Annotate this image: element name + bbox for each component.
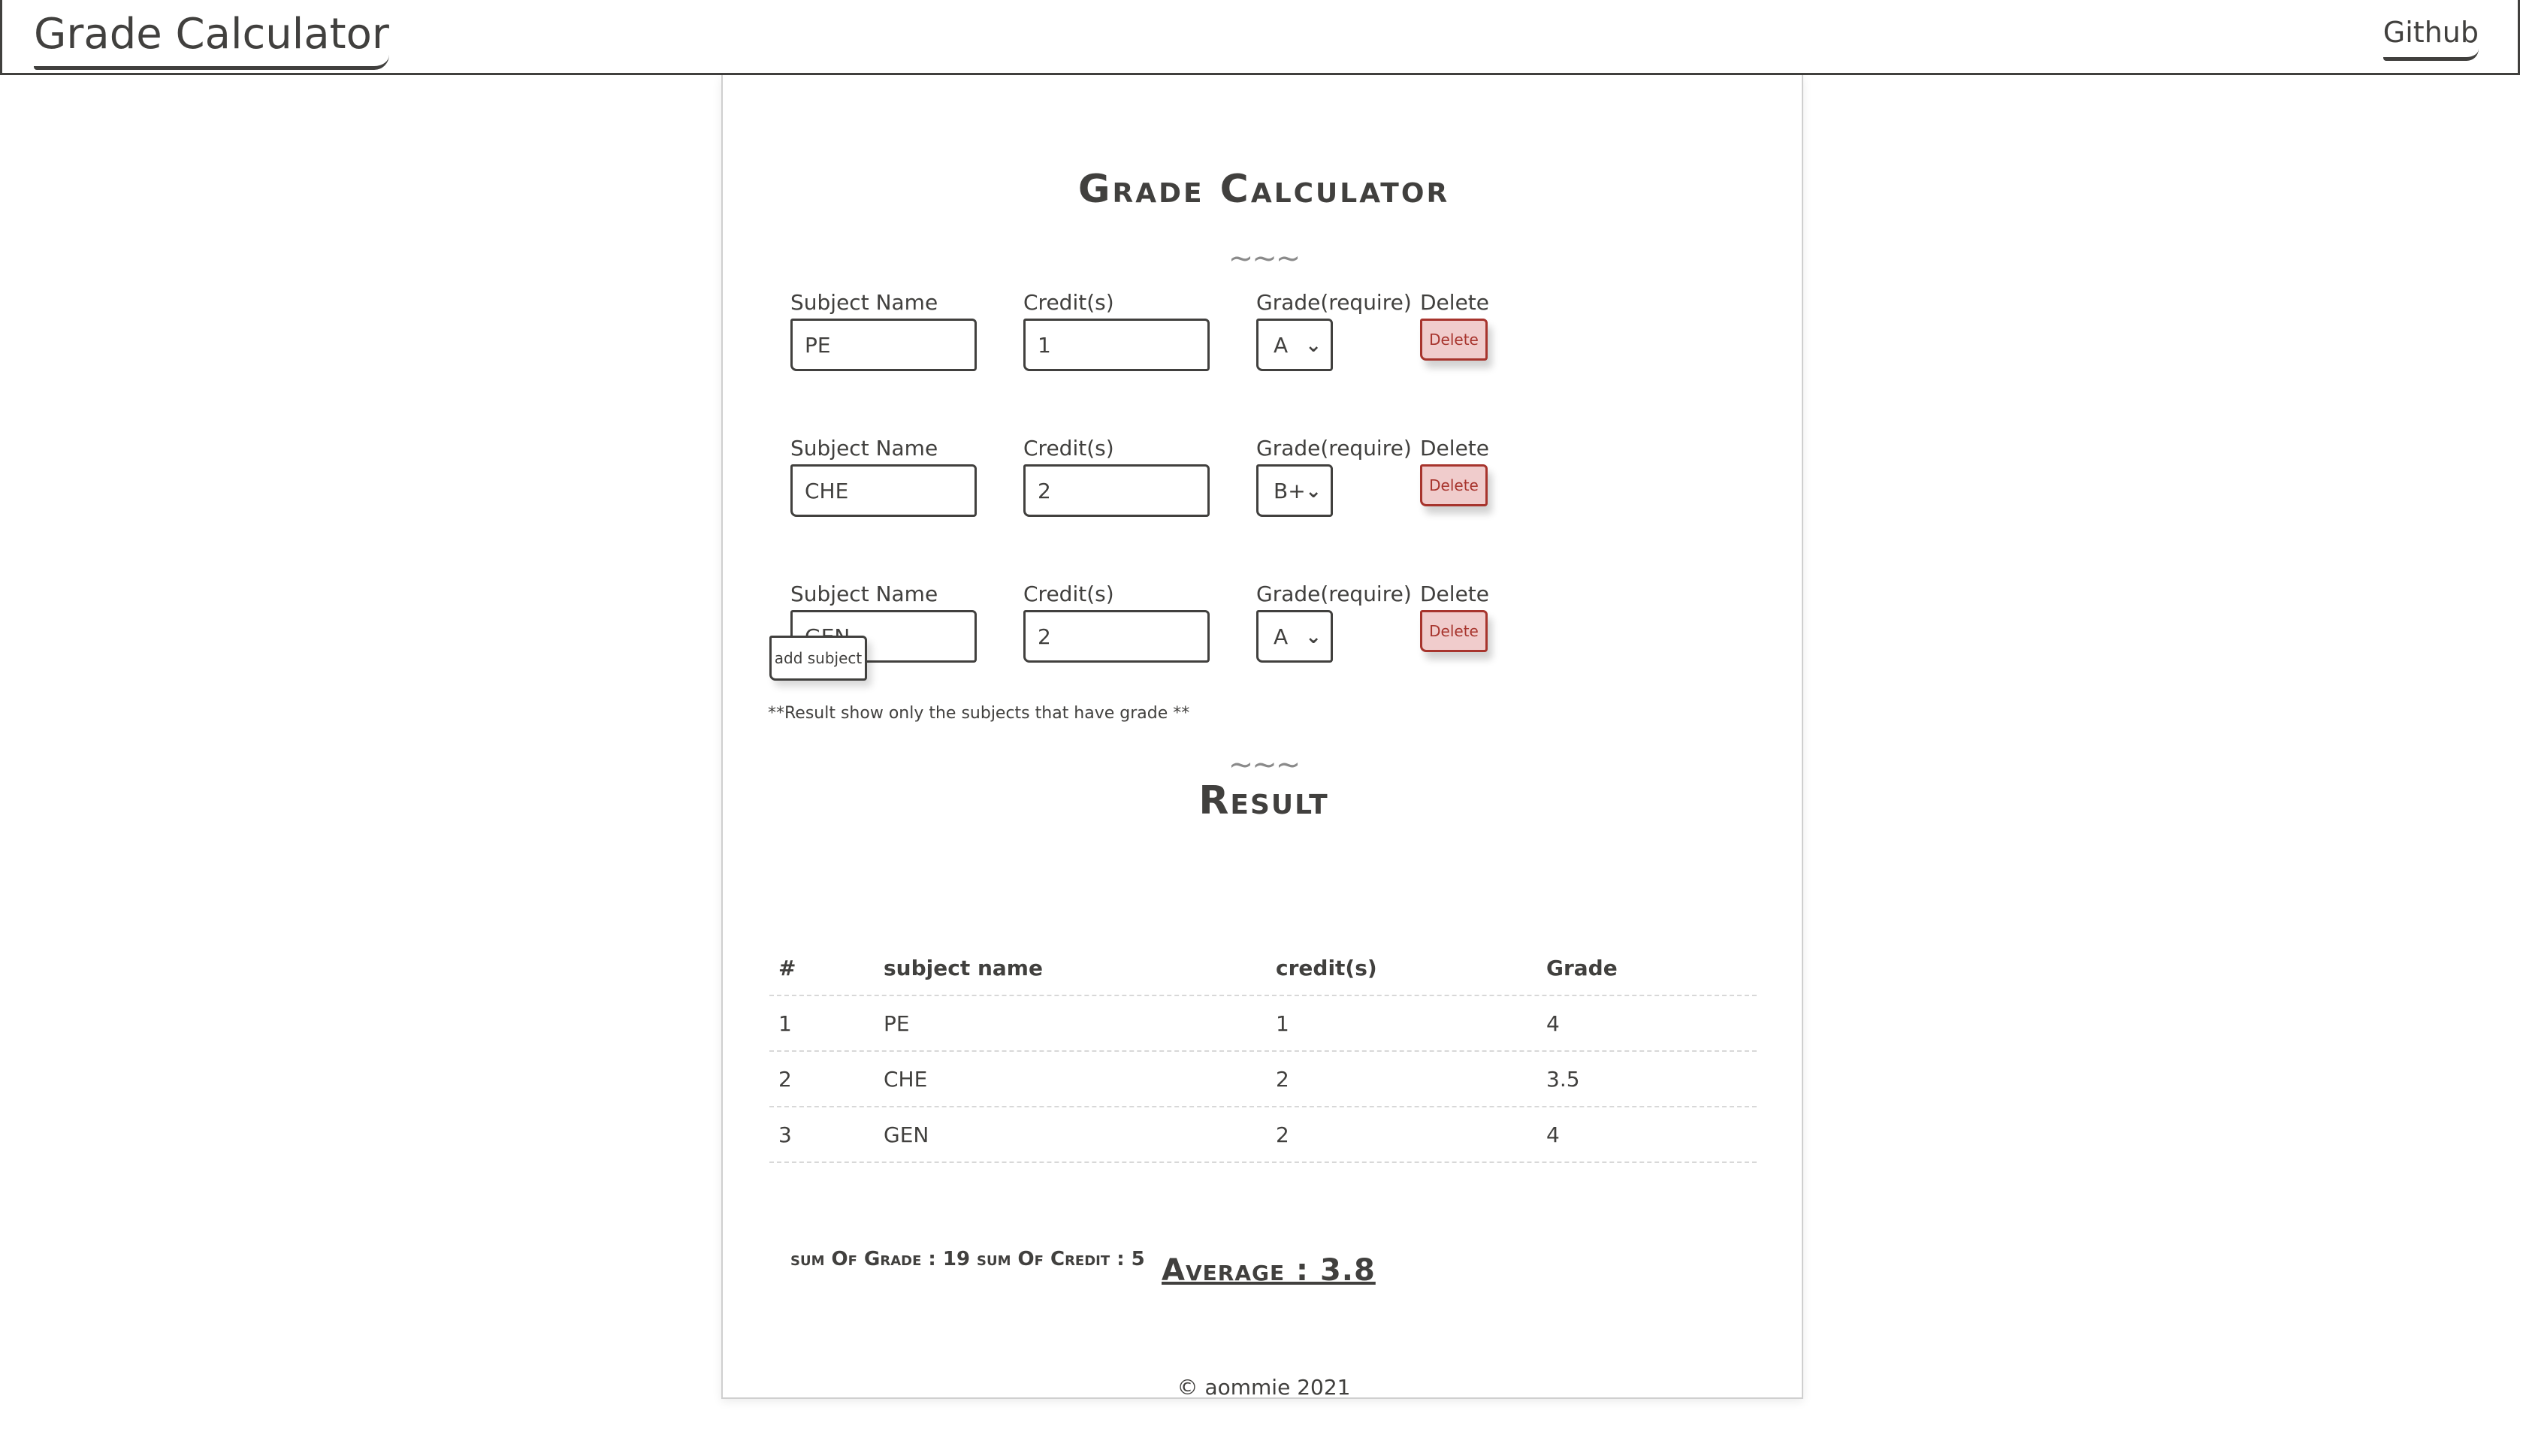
- subject-name-input[interactable]: [790, 464, 977, 517]
- subject-row: Subject Name Credit(s) Grade(require) A …: [790, 581, 1542, 672]
- credits-label: Credit(s): [1023, 581, 1114, 606]
- column-header: Grade: [1546, 956, 1618, 980]
- subject-name-label: Subject Name: [790, 581, 938, 606]
- table-cell: 4: [1546, 1011, 1560, 1036]
- brand-logo[interactable]: Grade Calculator: [34, 9, 389, 70]
- result-title: Result: [1198, 778, 1329, 823]
- subject-name-label: Subject Name: [790, 436, 938, 461]
- subject-row: Subject Name Credit(s) Grade(require) A …: [790, 290, 1542, 380]
- table-cell: 2: [1276, 1122, 1289, 1147]
- table-cell: 3: [778, 1122, 792, 1147]
- grade-select[interactable]: A ⌄: [1256, 610, 1333, 663]
- page-title: Grade Calculator: [1077, 167, 1450, 212]
- table-row: 3 GEN 2 4: [769, 1107, 1757, 1163]
- delete-label: Delete: [1420, 436, 1489, 461]
- sum-of-grade: sum Of Grade : 19: [790, 1248, 971, 1270]
- chevron-down-icon: ⌄: [1305, 626, 1322, 648]
- column-header: #: [778, 956, 796, 980]
- grade-label: Grade(require): [1256, 581, 1412, 606]
- github-link[interactable]: Github: [2382, 15, 2479, 61]
- average-value: Average : 3.8: [1162, 1253, 1376, 1288]
- table-header-row: # subject name credit(s) Grade: [769, 939, 1757, 996]
- table-cell: 3.5: [1546, 1067, 1580, 1092]
- table-row: 2 CHE 2 3.5: [769, 1052, 1757, 1107]
- delete-label: Delete: [1420, 581, 1489, 606]
- divider-top: ~~~: [1228, 241, 1301, 276]
- result-table: # subject name credit(s) Grade 1 PE 1 4 …: [769, 939, 1757, 1163]
- grade-select-value: A: [1274, 333, 1289, 358]
- grade-select-value: B+: [1274, 479, 1306, 503]
- grade-select[interactable]: A ⌄: [1256, 319, 1333, 371]
- table-cell: 2: [1276, 1067, 1289, 1092]
- divider-bottom: ~~~: [1228, 748, 1301, 782]
- grade-select[interactable]: B+ ⌄: [1256, 464, 1333, 517]
- delete-button[interactable]: Delete: [1420, 319, 1488, 361]
- table-cell: 1: [778, 1011, 792, 1036]
- credits-label: Credit(s): [1023, 436, 1114, 461]
- grade-label: Grade(require): [1256, 290, 1412, 315]
- grade-label: Grade(require): [1256, 436, 1412, 461]
- table-cell: 4: [1546, 1122, 1560, 1147]
- delete-button[interactable]: Delete: [1420, 464, 1488, 506]
- navbar: Grade Calculator Github: [0, 0, 2520, 75]
- chevron-down-icon: ⌄: [1305, 334, 1322, 357]
- delete-label: Delete: [1420, 290, 1489, 315]
- table-cell: PE: [884, 1011, 910, 1036]
- credits-input[interactable]: [1023, 464, 1210, 517]
- sum-of-credit: sum Of Credit : 5: [977, 1248, 1145, 1270]
- subject-name-label: Subject Name: [790, 290, 938, 315]
- table-row: 1 PE 1 4: [769, 996, 1757, 1052]
- credits-input[interactable]: [1023, 610, 1210, 663]
- credits-label: Credit(s): [1023, 290, 1114, 315]
- delete-button[interactable]: Delete: [1420, 610, 1488, 652]
- credits-input[interactable]: [1023, 319, 1210, 371]
- table-cell: GEN: [884, 1122, 929, 1147]
- table-cell: 2: [778, 1067, 792, 1092]
- table-cell: CHE: [884, 1067, 928, 1092]
- subject-row: Subject Name Credit(s) Grade(require) B+…: [790, 436, 1542, 526]
- grade-select-value: A: [1274, 624, 1289, 649]
- footer-copyright: © aommie 2021: [1177, 1375, 1351, 1400]
- chevron-down-icon: ⌄: [1305, 480, 1322, 503]
- calculator-card: Grade Calculator ~~~ Subject Name Credit…: [721, 75, 1803, 1400]
- add-subject-button[interactable]: add subject: [769, 636, 867, 681]
- result-note: **Result show only the subjects that hav…: [768, 704, 1190, 723]
- column-header: credit(s): [1276, 956, 1377, 980]
- column-header: subject name: [884, 956, 1043, 980]
- table-cell: 1: [1276, 1011, 1289, 1036]
- subject-name-input[interactable]: [790, 319, 977, 371]
